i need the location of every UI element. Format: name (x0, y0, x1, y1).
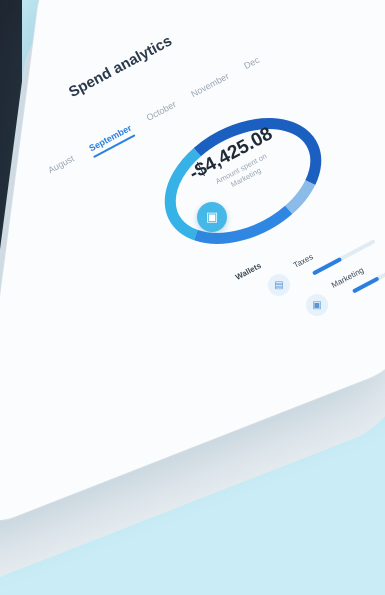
tab-december[interactable]: Dec (242, 55, 261, 71)
marketing-progress-fill (352, 276, 380, 294)
donut-segment-1 (284, 179, 316, 215)
page-title: Spend analytics (66, 32, 175, 102)
tab-september[interactable]: September (87, 123, 133, 154)
receipt-icon[interactable]: ▤ (268, 274, 290, 296)
tab-november[interactable]: November (189, 71, 230, 99)
tab-august[interactable]: August (46, 153, 75, 175)
spend-analytics-screen: Spend analytics August September October… (0, 0, 385, 405)
wallet-badge-button[interactable]: ▣ (197, 202, 227, 232)
wallet-icon: ▣ (205, 209, 219, 224)
wallet-icon-marketing[interactable]: ▣ (306, 294, 328, 316)
wallets-label: Wallets (234, 260, 263, 282)
taxes-progress-fill (312, 257, 342, 276)
